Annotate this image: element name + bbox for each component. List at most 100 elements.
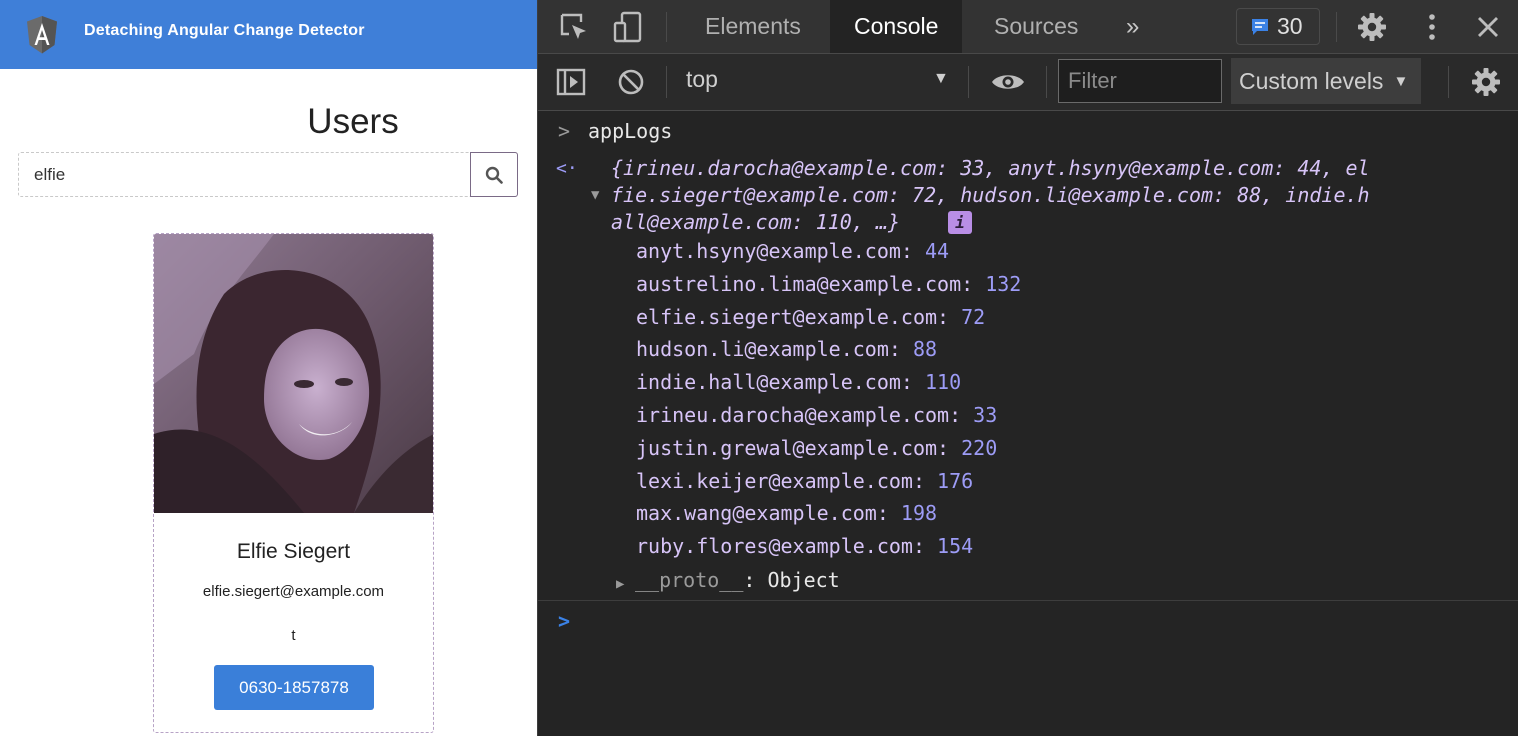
property-value: 33	[973, 403, 998, 427]
phone-button[interactable]: 0630-1857878	[214, 665, 374, 710]
page-title: Users	[307, 102, 399, 141]
input-prompt-icon: >	[558, 119, 571, 143]
property-value: 88	[912, 337, 938, 362]
object-property-row[interactable]: austrelino.lima@example.com: 132	[636, 271, 1021, 298]
expand-triangle-icon[interactable]: ▶	[616, 571, 624, 598]
property-colon: :	[961, 271, 986, 296]
property-key: hudson.li@example.com	[636, 337, 889, 362]
log-levels-dropdown[interactable]: Custom levels ▼	[1231, 58, 1421, 104]
property-key: anyt.hsyny@example.com	[636, 239, 901, 263]
divider	[1336, 12, 1337, 42]
object-summary-line[interactable]: fie.siegert@example.com: 72, hudson.li@e…	[611, 182, 1370, 209]
property-key: elfie.siegert@example.com	[636, 304, 938, 329]
issues-counter[interactable]: 30	[1236, 8, 1320, 45]
object-summary-line[interactable]: all@example.com: 110, …}	[611, 209, 900, 236]
property-colon: :	[949, 403, 974, 427]
property-colon: :	[888, 337, 913, 362]
property-colon: :	[937, 304, 962, 329]
gear-icon[interactable]	[1354, 10, 1390, 44]
inspect-element-icon[interactable]	[556, 11, 592, 43]
user-name: Elfie Siegert	[236, 540, 351, 563]
property-colon: :	[900, 239, 925, 263]
proto-row[interactable]: __proto__: Object	[635, 567, 840, 594]
angular-logo-icon	[27, 16, 57, 54]
divider	[1046, 66, 1047, 98]
property-colon: :	[912, 468, 938, 493]
user-card: Elfie Siegert elfie.siegert@example.com …	[153, 233, 434, 733]
object-property-row[interactable]: ruby.flores@example.com: 154	[636, 533, 973, 560]
divider	[538, 600, 1518, 601]
app-toolbar: Detaching Angular Change Detector	[0, 0, 537, 69]
property-key: irineu.darocha@example.com	[636, 403, 950, 427]
devtools-panel: Elements Console Sources » 30 top ▼ Filt…	[537, 0, 1518, 736]
user-email: elfie.siegert@example.com	[202, 583, 385, 600]
object-property-row[interactable]: hudson.li@example.com: 88	[636, 336, 937, 363]
property-key: indie.hall@example.com	[636, 370, 901, 395]
search-input[interactable]	[19, 153, 471, 196]
property-key: max.wang@example.com	[636, 501, 877, 526]
app-title: Detaching Angular Change Detector	[84, 22, 365, 39]
console-input-echo: appLogs	[588, 119, 673, 143]
property-key: justin.grewal@example.com	[636, 435, 938, 460]
divider	[666, 12, 667, 42]
info-badge-icon[interactable]: i	[948, 211, 972, 234]
object-property-row[interactable]: anyt.hsyny@example.com: 44	[636, 238, 949, 265]
filter-input[interactable]	[1058, 59, 1222, 103]
proto-value: Object	[767, 568, 840, 592]
kebab-menu-icon[interactable]	[1414, 10, 1450, 44]
object-property-row[interactable]: lexi.keijer@example.com: 176	[636, 468, 973, 495]
result-arrow-icon: <·	[556, 158, 578, 179]
proto-colon: :	[743, 568, 768, 592]
object-property-row[interactable]: irineu.darocha@example.com: 33	[636, 402, 997, 429]
divider	[666, 66, 667, 98]
property-value: 198	[900, 501, 938, 526]
console-prompt-input[interactable]	[588, 604, 1488, 636]
user-extra-text: t	[291, 627, 296, 644]
console-prompt-icon: >	[558, 609, 571, 633]
property-colon: :	[937, 435, 962, 460]
console-output: > appLogs <· {irineu.darocha@example.com…	[538, 112, 1518, 736]
property-value: 220	[961, 435, 998, 460]
log-levels-label: Custom levels	[1239, 67, 1384, 94]
console-sidebar-icon[interactable]	[554, 66, 588, 98]
clear-console-icon[interactable]	[614, 66, 648, 98]
devtools-tab-bar: Elements Console Sources » 30	[538, 0, 1518, 54]
object-summary-line[interactable]: {irineu.darocha@example.com: 33, anyt.hs…	[611, 155, 1370, 182]
search-button[interactable]	[470, 152, 518, 197]
chevron-down-icon: ▼	[933, 70, 949, 87]
property-colon: :	[912, 534, 938, 559]
tab-console[interactable]: Console	[830, 0, 963, 53]
object-property-row[interactable]: elfie.siegert@example.com: 72	[636, 304, 985, 331]
console-settings-gear-icon[interactable]	[1469, 66, 1503, 98]
chevron-down-icon: ▼	[1393, 72, 1409, 90]
console-toolbar: top ▼ Custom levels ▼	[538, 54, 1518, 111]
more-tabs-button[interactable]: »	[1126, 0, 1139, 53]
device-toggle-icon[interactable]	[610, 10, 646, 44]
property-key: lexi.keijer@example.com	[636, 468, 913, 493]
search-bar	[18, 152, 518, 197]
object-property-row[interactable]: max.wang@example.com: 198	[636, 500, 937, 527]
collapse-triangle-icon[interactable]: ▼	[591, 182, 599, 209]
property-key: ruby.flores@example.com	[636, 534, 913, 559]
property-value: 110	[925, 370, 962, 395]
property-value: 72	[961, 304, 986, 329]
object-property-row[interactable]: justin.grewal@example.com: 220	[636, 435, 997, 462]
app-viewport: Detaching Angular Change Detector Users	[0, 0, 537, 736]
live-expression-icon[interactable]	[988, 66, 1028, 98]
property-value: 176	[937, 468, 974, 493]
issues-count: 30	[1277, 13, 1303, 39]
message-icon	[1252, 18, 1268, 35]
divider	[1448, 66, 1449, 98]
tab-elements[interactable]: Elements	[705, 0, 801, 53]
tab-sources[interactable]: Sources	[994, 0, 1078, 53]
context-label: top	[686, 66, 718, 92]
object-property-row[interactable]: indie.hall@example.com: 110	[636, 369, 961, 396]
property-colon: :	[876, 501, 901, 526]
proto-key: __proto__	[635, 568, 744, 592]
property-value: 44	[925, 239, 950, 263]
close-icon[interactable]	[1470, 10, 1506, 44]
property-value: 132	[985, 271, 1022, 296]
user-photo	[154, 234, 433, 513]
divider	[968, 66, 969, 98]
search-icon	[485, 166, 503, 184]
